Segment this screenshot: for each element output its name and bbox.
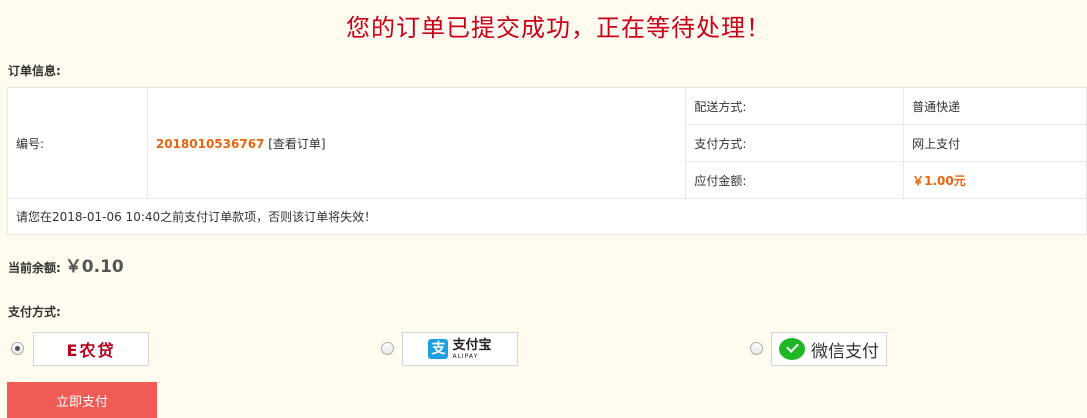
payment-option-alipay[interactable]: 支 支付宝 ALIPAY [402,332,518,366]
payment-method-label: 支付方式: [8,305,61,319]
alipay-sub: ALIPAY [452,352,479,360]
radio-wechat-pay[interactable] [750,342,763,355]
alipay-logo-text: 支付宝 ALIPAY [452,339,491,360]
order-info-table: 编号: 2018010536767 [查看订单] 配送方式: 普通快递 支付方式… [7,87,1087,235]
amount-due-label: 应付金额: [685,161,905,199]
balance-label: 当前余额: [8,261,61,275]
payment-deadline-notice: 请您在2018-01-06 10:40之前支付订单款项，否则该订单将失效！ [7,198,1087,235]
balance: 当前余额: ￥0.10 [8,252,124,277]
radio-alipay[interactable] [381,342,394,355]
enongdai-logo: E农贷 [66,341,116,360]
page-title: 您的订单已提交成功，正在等待处理！ [346,14,771,42]
payment-type-label: 支付方式: [685,124,905,162]
pay-now-button[interactable]: 立即支付 [7,382,157,418]
order-number-cell: 2018010536767 [查看订单] [146,87,687,199]
payment-type-value: 网上支付 [903,124,1087,162]
order-info-label: 订单信息: [8,64,61,78]
order-number-value: 2018010536767 [155,136,265,151]
payment-option-enongdai[interactable]: E农贷 [33,332,149,366]
view-order-link[interactable]: [查看订单] [268,137,325,151]
amount-due-value: ￥1.00元 [912,173,966,188]
radio-enongdai[interactable] [11,342,24,355]
alipay-name: 支付宝 [452,337,492,353]
balance-value: ￥0.10 [64,257,124,277]
payment-option-wechat-pay[interactable]: 微信支付 [771,332,887,366]
wechat-pay-name: 微信支付 [811,341,879,362]
wechat-icon [779,338,805,360]
order-number-label: 编号: [7,87,148,199]
delivery-method-label: 配送方式: [685,87,905,125]
delivery-method-value: 普通快递 [903,87,1087,125]
alipay-icon: 支 [428,339,449,359]
